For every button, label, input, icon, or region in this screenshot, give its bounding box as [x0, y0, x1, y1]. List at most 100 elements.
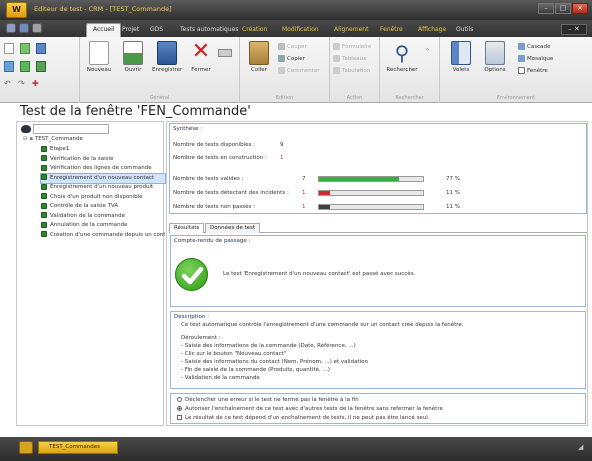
tab-fenêtre[interactable]: Fenêtre	[374, 24, 409, 37]
option-chain-radio[interactable]: Autoriser l'enchaînement de ce test avec…	[177, 406, 443, 412]
redo-icon[interactable]: ↷	[18, 79, 28, 89]
tab-projet[interactable]: Projet	[116, 24, 145, 37]
document-tab[interactable]: TEST_Commandes	[38, 441, 118, 454]
tree-item[interactable]: Choix d'un produit non disponible	[41, 193, 165, 202]
new-doc-icon[interactable]	[4, 43, 14, 54]
test-step-icon	[41, 202, 47, 209]
construction-value: 1	[280, 155, 284, 161]
print-icon[interactable]	[218, 41, 234, 65]
stat-progress-fill	[319, 205, 331, 209]
checkbox-icon	[177, 415, 182, 420]
tree-item[interactable]: Vérification des lignes de commande	[41, 164, 165, 173]
table-icon	[333, 55, 340, 62]
paste-button[interactable]: Coller	[244, 41, 274, 73]
new-button[interactable]: Nouveau	[84, 41, 114, 73]
ribbon-group-environment: Volets Options Cascade Mosaïque Fenêtre …	[440, 37, 592, 103]
description-step: - Fin de saisie de la commande (Produits…	[181, 367, 330, 373]
action-tableaux[interactable]: Tableaux	[333, 55, 366, 62]
tree-item[interactable]: Création d'une commande depuis un contac…	[41, 231, 165, 240]
ribbon-group-actions: Formulaire Tableaux Tabulation Action	[330, 37, 380, 103]
available-value: 9	[280, 142, 284, 148]
synthesis-title: Synthèse :	[173, 126, 203, 132]
search-chevron-icon[interactable]: ⌃	[424, 47, 431, 56]
windev-logo: W	[6, 2, 27, 18]
window-title: Editeur de test - CRM - [TEST_Commande]	[34, 5, 172, 13]
options-button[interactable]: Options	[480, 41, 510, 73]
quick-access-save-icon[interactable]	[19, 23, 29, 33]
tree-item-label: Enregistrement d'un nouveau contact	[50, 174, 155, 181]
window-icon[interactable]	[20, 61, 30, 72]
save-button[interactable]: Enregistrer	[152, 41, 182, 73]
tab-alignement[interactable]: Alignement	[328, 24, 374, 37]
description-step: - Saisie des informations du contact (No…	[181, 359, 368, 365]
volets-button[interactable]: Volets	[446, 41, 476, 73]
test-step-icon	[41, 193, 47, 199]
save-small-icon[interactable]	[36, 43, 46, 54]
test-icon[interactable]	[36, 61, 46, 72]
maximize-button[interactable]: □	[555, 3, 571, 14]
folder-icon[interactable]	[19, 441, 33, 454]
tile-icon	[518, 55, 525, 62]
details-tabs: Résultats Données de test	[169, 223, 587, 233]
tree-item[interactable]: Vérification de la saisie	[41, 155, 165, 164]
tab-modification[interactable]: Modification	[276, 24, 325, 37]
tab-affichage[interactable]: Affichage	[412, 24, 452, 37]
option-error-radio[interactable]: Déclencher une erreur si le test ne ferm…	[177, 397, 359, 403]
tab-results[interactable]: Résultats	[169, 223, 205, 233]
tree-item[interactable]: Enregistrement d'un nouveau produit	[41, 183, 165, 192]
undo-icon[interactable]: ↶	[4, 79, 14, 89]
report-title: Compte-rendu de passage :	[174, 238, 251, 244]
tree-root[interactable]: ⊟ ▪ TEST_Commande	[23, 136, 83, 142]
cut-button[interactable]: Couper	[278, 43, 307, 50]
action-tabulation[interactable]: Tabulation	[333, 67, 370, 74]
comment-button[interactable]: Commenter	[278, 67, 320, 74]
tree-item[interactable]: Annulation de la commande	[41, 221, 165, 230]
tree-item[interactable]: Etape1	[41, 145, 165, 154]
tree-item-label: Validation de la commande	[50, 212, 126, 219]
project-icon[interactable]	[4, 61, 14, 72]
test-step-icon	[41, 183, 47, 190]
quick-access-icon[interactable]	[6, 23, 16, 33]
tree-item[interactable]: Validation de la commande	[41, 212, 165, 221]
tab-création[interactable]: Création	[236, 24, 273, 37]
magnifier-icon: ⚲	[394, 41, 410, 65]
stat-progress-bar	[318, 176, 424, 182]
pin-icon[interactable]: ✚	[32, 79, 42, 89]
options-box: Déclencher une erreur si le test ne ferm…	[170, 393, 586, 424]
stat-percent: 11 %	[446, 190, 460, 196]
fenetre-button[interactable]: Fenêtre	[518, 67, 548, 74]
copy-icon	[278, 55, 285, 62]
tree-item[interactable]: Enregistrement d'un nouveau contact	[40, 172, 166, 184]
stat-progress-bar	[318, 190, 424, 196]
page-title: Test de la fenêtre 'FEN_Commande'	[20, 104, 251, 119]
copy-button[interactable]: Copier	[278, 55, 305, 62]
close-doc-button[interactable]: ✕ Fermer	[186, 39, 216, 74]
tab-test-data[interactable]: Données de test	[205, 223, 261, 233]
minimize-button[interactable]: –	[538, 3, 554, 14]
tab-outils[interactable]: Outils	[450, 24, 479, 37]
green-item-icon[interactable]	[20, 43, 30, 54]
stat-percent: 77 %	[446, 176, 460, 182]
tab-gds[interactable]: GDS	[144, 24, 169, 37]
red-x-icon: ✕	[191, 39, 211, 64]
ribbon-group-general: Nouveau Ouvrir Enregistrer ✕ Fermer Géné…	[80, 37, 240, 103]
close-button[interactable]: ×	[572, 3, 588, 14]
radio-selected-icon	[177, 406, 182, 411]
mosaique-button[interactable]: Mosaïque	[518, 55, 553, 62]
test-details-pane: Synthèse : Nombre de tests disponibles :…	[166, 121, 588, 426]
option-depends-checkbox[interactable]: Le résultat de ce test dépend d'un encha…	[177, 415, 430, 421]
action-formulaire[interactable]: Formulaire	[333, 43, 371, 50]
stat-value: 1	[302, 204, 306, 210]
tab-tests-automatiques[interactable]: Tests automatiques	[174, 24, 244, 37]
tree-item[interactable]: Contrôle de la saisie TVA	[41, 202, 165, 211]
search-button[interactable]: ⚲ Rechercher	[384, 41, 420, 73]
document-window-controls[interactable]: – ✕	[561, 24, 587, 35]
tree-filter-input[interactable]	[33, 124, 109, 134]
tree-item-label: Contrôle de la saisie TVA	[50, 203, 119, 209]
stat-percent: 11 %	[446, 204, 460, 210]
quick-access-menu-icon[interactable]	[32, 23, 42, 33]
test-step-icon	[41, 221, 47, 228]
resize-grip-icon[interactable]: ◢	[578, 443, 583, 451]
open-button[interactable]: Ouvrir	[118, 41, 148, 73]
cascade-button[interactable]: Cascade	[518, 43, 550, 50]
